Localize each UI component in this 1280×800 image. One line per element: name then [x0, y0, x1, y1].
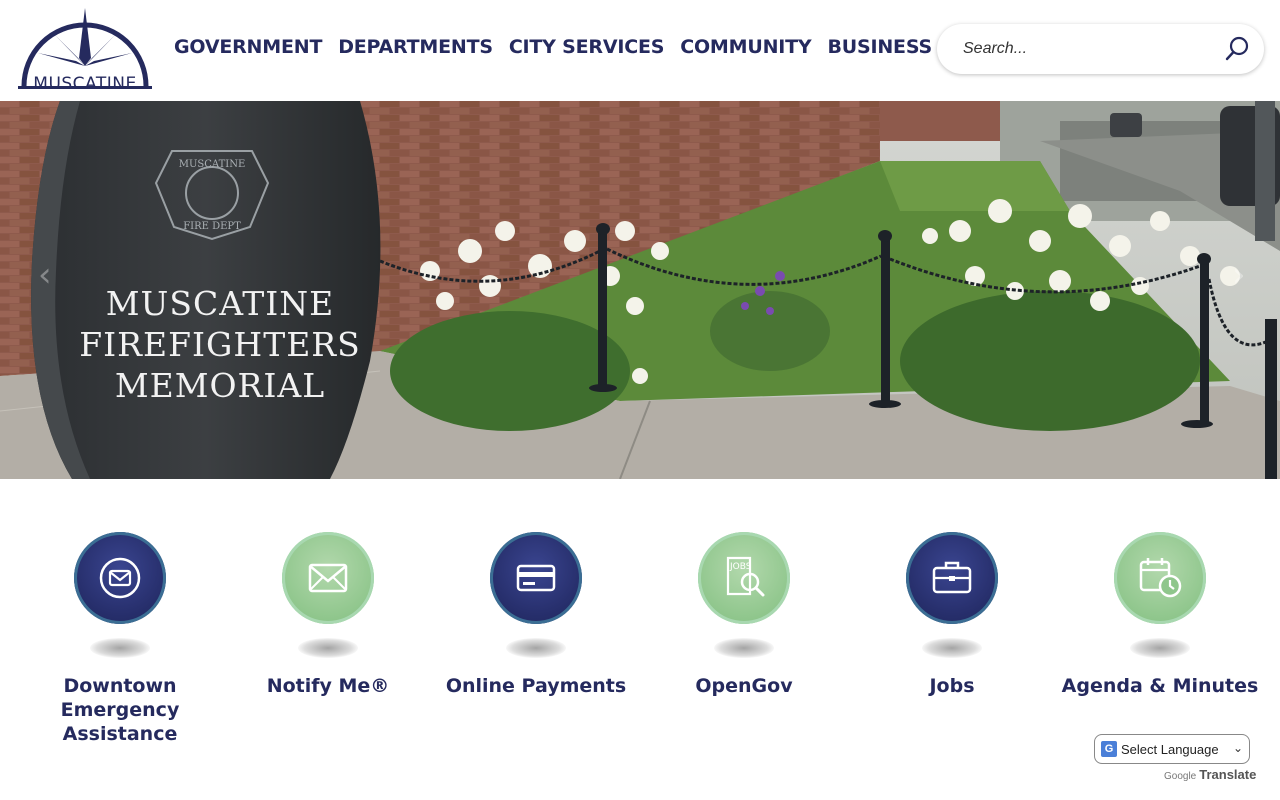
google-translate-widget: G Select Language ⌄ Google Translate — [1094, 734, 1266, 784]
city-logo[interactable]: MUSCATINE — [16, 6, 154, 96]
quicklink-shadow — [922, 638, 982, 658]
slideshow-prev-button[interactable]: ‹ — [0, 237, 80, 317]
google-translate-icon: G — [1101, 741, 1117, 757]
calendar-clock-icon — [1139, 558, 1182, 598]
quicklink-label: OpenGov — [695, 675, 793, 697]
quicklink-shadow — [506, 638, 566, 658]
quicklink-circle — [74, 532, 166, 624]
quicklink-label: Jobs — [929, 675, 975, 697]
chevron-down-icon: ⌄ — [1232, 741, 1243, 755]
nav-city-services[interactable]: CITY SERVICES — [501, 36, 672, 58]
quicklink-circle — [906, 532, 998, 624]
search-input[interactable] — [963, 36, 1213, 62]
quicklink-shadow — [1130, 638, 1190, 658]
search-button[interactable] — [1224, 36, 1250, 62]
quicklink-label: Online Payments — [445, 675, 627, 697]
envelope-icon — [308, 563, 348, 593]
nav-government[interactable]: GOVERNMENT — [166, 36, 330, 58]
inscription-line-1: MUSCATINE — [105, 284, 335, 323]
site-header: MUSCATINE GOVERNMENT DEPARTMENTS CITY SE… — [0, 0, 1280, 101]
jobs-search-icon: JOBS — [726, 556, 765, 597]
nav-business[interactable]: BUSINESS — [819, 36, 939, 58]
google-wordmark: Google — [1164, 771, 1197, 782]
quicklink-circle — [282, 532, 374, 624]
language-select-label: Select Language — [1121, 741, 1219, 757]
language-select[interactable]: G Select Language ⌄ — [1094, 734, 1250, 764]
logo-text: MUSCATINE — [33, 74, 137, 94]
quicklink-shadow — [298, 638, 358, 658]
inscription-line-2: FIREFIGHTERS — [79, 325, 361, 364]
quicklink-shadow — [714, 638, 774, 658]
mail-circle-icon — [99, 557, 141, 599]
nav-departments[interactable]: DEPARTMENTS — [330, 36, 501, 58]
nav-community[interactable]: COMMUNITY — [672, 36, 819, 58]
slideshow-next-button[interactable]: › — [1200, 237, 1280, 317]
briefcase-icon — [932, 561, 972, 594]
quicklink-label: Notify Me® — [266, 675, 390, 697]
hero-banner: MUSCATINE FIRE DEPT MUSCATINE FIREFIGHTE… — [0, 101, 1280, 479]
stone-badge-top: MUSCATINE — [178, 159, 246, 170]
quicklink-circle — [1114, 532, 1206, 624]
quick-links: Downtown Emergency Assistance Notify Me®… — [0, 520, 1280, 750]
search-icon — [1225, 36, 1249, 61]
inscription-line-3: MEMORIAL — [114, 366, 326, 405]
credit-card-icon — [516, 564, 556, 592]
chevron-left-icon: ‹ — [38, 255, 52, 295]
search-box — [937, 24, 1264, 74]
translate-link: Translate — [1199, 767, 1257, 782]
quicklink-circle — [490, 532, 582, 624]
quicklink-label: Agenda & Minutes — [1061, 675, 1259, 697]
main-nav: GOVERNMENT DEPARTMENTS CITY SERVICES COM… — [166, 36, 940, 58]
powered-by-google[interactable]: Google Translate — [1164, 767, 1256, 782]
quicklink-shadow — [90, 638, 150, 658]
quicklink-circle: JOBS — [698, 532, 790, 624]
stone-badge-bottom: FIRE DEPT — [183, 221, 241, 232]
quicklink-label: Downtown Emergency Assistance — [60, 675, 180, 745]
svg-text:JOBS: JOBS — [729, 562, 752, 572]
chevron-right-icon: › — [1232, 255, 1246, 295]
memorial-inscription: MUSCATINE FIREFIGHTERS MEMORIAL — [50, 283, 390, 406]
